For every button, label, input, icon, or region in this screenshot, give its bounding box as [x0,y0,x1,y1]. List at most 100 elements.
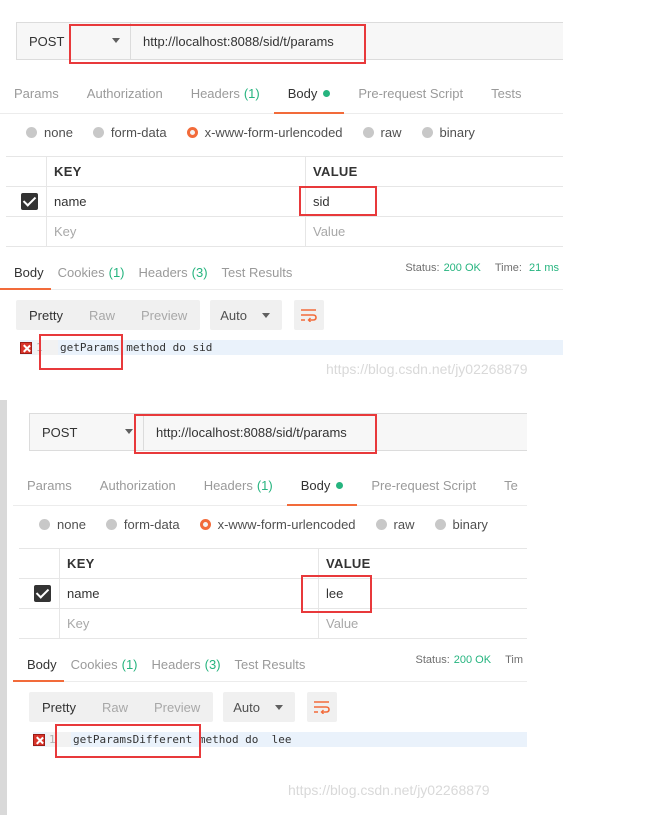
table-row-empty: Key Value [19,609,527,639]
view-mode-toggle: Pretty Raw Preview [16,300,201,330]
response-time: 21 ms [529,262,559,274]
status-badge: 200 OK [453,654,492,666]
table-row-empty: Key Value [6,217,563,247]
table-header: KEY VALUE [19,549,527,579]
response-status: Status: 200 OK Time: 21 ms [405,262,559,274]
response-status: Status: 200 OK Tim [415,654,523,666]
radio-form-data[interactable]: form-data [105,517,180,532]
tab-authorization[interactable]: Authorization [73,74,177,113]
watermark: https://blog.csdn.net/jy02268879 [326,361,528,377]
watermark: https://blog.csdn.net/jy02268879 [288,782,490,798]
new-value-input[interactable]: Value [305,217,563,246]
request-panel-1: POST http://localhost:8088/sid/t/params … [0,0,563,388]
radio-none[interactable]: none [26,125,73,140]
radio-raw[interactable]: raw [362,125,402,140]
wrap-lines-icon [301,309,318,322]
body-type-radios: none form-data x-www-form-urlencoded raw… [39,514,508,534]
wrap-lines-button[interactable] [294,300,325,330]
radio-icon [105,518,117,530]
table-row: name sid [6,187,563,217]
tab-tests[interactable]: Te [490,466,527,505]
radio-icon [39,518,50,530]
tab-test-results[interactable]: Test Results [228,648,313,681]
radio-icon [26,126,37,138]
radio-binary[interactable]: binary [421,125,475,140]
radio-form-data[interactable]: form-data [92,125,167,140]
key-input[interactable]: name [46,187,305,216]
request-tabs: Params Authorization Headers (1) Body Pre… [0,74,563,114]
highlight-box-method [39,334,123,370]
new-key-input[interactable]: Key [46,217,305,246]
tab-response-body[interactable]: Body [0,256,51,290]
radio-selected-icon [199,518,211,530]
tab-headers[interactable]: Headers (1) [190,466,287,505]
format-select[interactable]: Auto [223,692,296,722]
key-value-table: KEY VALUE name sid Key Value [6,156,563,248]
tab-cookies[interactable]: Cookies (1) [64,648,145,681]
radio-icon [375,518,387,530]
view-preview-button[interactable]: Preview [141,692,213,722]
table-row: name lee [19,579,527,609]
radio-none[interactable]: none [39,517,86,532]
view-pretty-button[interactable]: Pretty [29,692,89,722]
tab-body[interactable]: Body [286,466,358,506]
column-key: KEY [59,549,318,578]
radio-x-www-form-urlencoded[interactable]: x-www-form-urlencoded [186,125,343,140]
format-select[interactable]: Auto [210,300,283,330]
status-dot-icon [323,90,331,97]
error-icon [33,733,45,746]
radio-raw[interactable]: raw [375,517,415,532]
new-key-input[interactable]: Key [59,609,318,638]
checkbox-checked-icon[interactable] [34,585,51,602]
radio-icon [362,126,374,138]
request-tabs: Params Authorization Headers (1) Body Pre… [13,466,527,506]
radio-icon [421,126,433,138]
radio-icon [92,126,104,138]
status-dot-icon [336,482,344,489]
status-badge: 200 OK [443,262,481,274]
tab-response-headers[interactable]: Headers (3) [145,648,228,681]
view-preview-button[interactable]: Preview [128,300,200,330]
tab-response-body[interactable]: Body [13,648,64,682]
http-method-select[interactable]: POST [30,414,144,450]
tab-response-headers[interactable]: Headers (3) [132,256,215,289]
wrap-lines-button[interactable] [307,692,338,722]
response-toolbar: Pretty Raw Preview Auto [16,300,325,330]
view-pretty-button[interactable]: Pretty [16,300,76,330]
key-value-table: KEY VALUE name lee Key Value [19,548,527,640]
highlight-box-value [301,575,372,613]
view-raw-button[interactable]: Raw [89,692,141,722]
tab-params[interactable]: Params [13,466,86,505]
tab-headers[interactable]: Headers (1) [177,74,274,113]
request-panel-2: POST http://localhost:8088/sid/t/params … [0,400,527,815]
tab-tests[interactable]: Tests [477,74,535,113]
chevron-down-icon [125,429,133,434]
tab-pre-request-script[interactable]: Pre-request Script [357,466,490,505]
column-value: VALUE [305,157,563,186]
tab-body[interactable]: Body [273,74,345,114]
body-type-radios: none form-data x-www-form-urlencoded raw… [26,122,495,142]
column-key: KEY [46,157,305,186]
tab-test-results[interactable]: Test Results [215,256,300,289]
tab-authorization[interactable]: Authorization [86,466,190,505]
key-input[interactable]: name [59,579,318,608]
radio-icon [434,518,446,530]
chevron-down-icon [262,313,271,318]
error-icon [20,341,32,354]
chevron-down-icon [275,705,284,710]
tab-cookies[interactable]: Cookies (1) [51,256,132,289]
tab-pre-request-script[interactable]: Pre-request Script [344,74,477,113]
radio-x-www-form-urlencoded[interactable]: x-www-form-urlencoded [199,517,356,532]
tab-params[interactable]: Params [0,74,73,113]
highlight-box-value [299,186,377,216]
highlight-box-method [55,724,201,758]
column-value: VALUE [318,549,527,578]
response-toolbar: Pretty Raw Preview Auto [29,692,338,722]
checkbox-checked-icon[interactable] [21,193,38,210]
table-header: KEY VALUE [6,157,563,187]
radio-selected-icon [186,126,198,138]
highlight-box-url [134,414,377,454]
new-value-input[interactable]: Value [318,609,527,638]
view-raw-button[interactable]: Raw [76,300,128,330]
radio-binary[interactable]: binary [434,517,488,532]
